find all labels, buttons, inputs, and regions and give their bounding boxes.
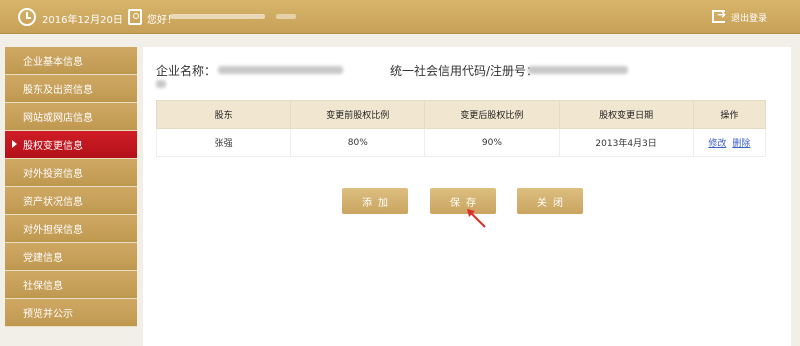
sidebar-item-label: 股东及出资信息 bbox=[23, 85, 93, 96]
pointer-arrow-icon bbox=[467, 209, 486, 228]
sidebar-item-social-security[interactable]: 社保信息 bbox=[5, 271, 137, 299]
shareholder-cell: 张强 bbox=[155, 128, 292, 157]
sidebar-item-preview[interactable]: 预览并公示 bbox=[5, 299, 137, 327]
table-header-row: 股东 变更前股权比例 变更后股权比例 股权变更日期 操作 bbox=[155, 100, 767, 129]
sidebar-item-label: 党建信息 bbox=[23, 253, 63, 264]
edit-link[interactable]: 修改 bbox=[708, 139, 726, 149]
sidebar-item-basic-info[interactable]: 企业基本信息 bbox=[5, 47, 137, 75]
column-header: 股东 bbox=[155, 100, 292, 129]
current-date: 2016年12月20日 bbox=[42, 15, 123, 26]
sidebar-item-equity-change[interactable]: 股权变更信息 bbox=[5, 131, 137, 159]
redacted-text bbox=[276, 14, 296, 19]
credit-code-label: 统一社会信用代码/注册号： bbox=[390, 64, 539, 78]
table-row: 张强 80% 90% 2013年4月3日 修改 删除 bbox=[155, 128, 767, 157]
sidebar-item-assets[interactable]: 资产状况信息 bbox=[5, 187, 137, 215]
after-ratio-cell: 90% bbox=[424, 128, 560, 157]
delete-link[interactable]: 删除 bbox=[732, 139, 750, 149]
sidebar-item-label: 企业基本信息 bbox=[23, 57, 83, 68]
before-ratio-cell: 80% bbox=[290, 128, 426, 157]
sidebar-menu: 企业基本信息 股东及出资信息 网站或网店信息 股权变更信息 对外投资信息 资产状… bbox=[5, 47, 137, 327]
add-button[interactable]: 添加 bbox=[342, 188, 408, 214]
redacted-company-name bbox=[218, 66, 343, 74]
equity-change-table: 股东 变更前股权比例 变更后股权比例 股权变更日期 操作 张强 80% 90% … bbox=[155, 100, 767, 157]
redacted-username bbox=[170, 14, 265, 19]
sidebar-item-party[interactable]: 党建信息 bbox=[5, 243, 137, 271]
redacted-company-name-cont bbox=[156, 80, 166, 88]
redacted-credit-code bbox=[528, 66, 628, 74]
change-date-cell: 2013年4月3日 bbox=[558, 128, 694, 157]
sidebar-item-label: 预览并公示 bbox=[23, 309, 73, 320]
close-button[interactable]: 关闭 bbox=[517, 188, 583, 214]
active-arrow-icon bbox=[12, 140, 17, 148]
column-header: 变更后股权比例 bbox=[424, 100, 560, 129]
sidebar-item-guarantee[interactable]: 对外担保信息 bbox=[5, 215, 137, 243]
logout-link[interactable]: 退出登录 bbox=[731, 11, 767, 24]
company-name-label: 企业名称： bbox=[156, 64, 217, 78]
column-header: 操作 bbox=[692, 100, 767, 129]
column-header: 股权变更日期 bbox=[558, 100, 694, 129]
sidebar-item-label: 社保信息 bbox=[23, 281, 63, 292]
column-header: 变更前股权比例 bbox=[290, 100, 426, 129]
top-bar: 2016年12月20日 您好！ 退出登录 bbox=[0, 0, 800, 34]
sidebar-item-label: 网站或网店信息 bbox=[23, 113, 93, 124]
sidebar-item-label: 资产状况信息 bbox=[23, 197, 83, 208]
sidebar-item-shareholders[interactable]: 股东及出资信息 bbox=[5, 75, 137, 103]
logout-icon[interactable] bbox=[712, 8, 726, 23]
sidebar-item-investment[interactable]: 对外投资信息 bbox=[5, 159, 137, 187]
sidebar-item-website[interactable]: 网站或网店信息 bbox=[5, 103, 137, 131]
sidebar-item-label: 对外担保信息 bbox=[23, 225, 83, 236]
actions-cell: 修改 删除 bbox=[692, 128, 767, 157]
user-icon bbox=[128, 9, 142, 25]
sidebar-item-label: 股权变更信息 bbox=[23, 141, 83, 152]
sidebar-item-label: 对外投资信息 bbox=[23, 169, 83, 180]
clock-icon bbox=[18, 8, 36, 26]
